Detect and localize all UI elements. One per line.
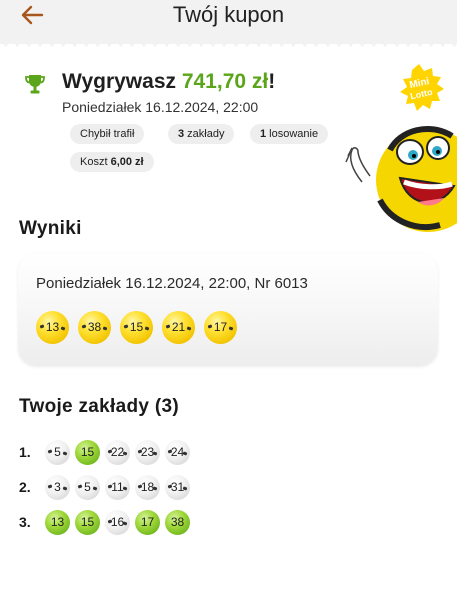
trophy-icon bbox=[25, 75, 45, 94]
chip-draws: 1 losowanie bbox=[250, 124, 329, 144]
lottery-ball: 18 bbox=[135, 475, 160, 500]
ball-mark bbox=[165, 324, 171, 329]
win-prefix: Wygrywasz bbox=[62, 70, 182, 93]
ball-number: 13 bbox=[50, 515, 65, 529]
lottery-ball: 13 bbox=[45, 510, 70, 535]
results-heading: Wyniki bbox=[19, 218, 82, 239]
ball-number: 11 bbox=[111, 480, 124, 494]
ball-number: 16 bbox=[110, 515, 125, 529]
chip-bets-label: zakłady bbox=[184, 128, 225, 140]
chip-cost-value: 6,00 zł bbox=[110, 156, 144, 168]
win-date: Poniedziałek 16.12.2024, 22:00 bbox=[62, 99, 259, 115]
ball-number: 38 bbox=[87, 320, 102, 334]
ball-mark bbox=[47, 484, 53, 489]
ball-number: 15 bbox=[80, 515, 95, 529]
chip-draws-label: losowanie bbox=[266, 128, 319, 140]
win-headline: Wygrywasz 741,70 zł! bbox=[62, 70, 275, 94]
chip-bets: 3 zakłady bbox=[168, 124, 235, 144]
ball-number: 18 bbox=[140, 480, 155, 494]
lottery-ball: 15 bbox=[75, 510, 100, 535]
ball-mark bbox=[62, 486, 68, 491]
ball-mark bbox=[102, 326, 108, 331]
results-card: Poniedziałek 16.12.2024, 22:00, Nr 6013 … bbox=[18, 254, 438, 366]
lottery-ball: 13 bbox=[36, 311, 69, 344]
chip-quick-pick: Chybił trafił bbox=[70, 124, 145, 144]
chip-cost: Koszt 6,00 zł bbox=[70, 152, 154, 172]
lottery-ball: 38 bbox=[165, 510, 190, 535]
page-title: Twój kupon bbox=[172, 2, 285, 27]
ball-number: 24 bbox=[170, 445, 185, 459]
lottery-ball: 38 bbox=[78, 311, 111, 344]
lottery-ball: 21 bbox=[162, 311, 195, 344]
lottery-ball: 16 bbox=[105, 510, 130, 535]
chip-cost-label: Koszt bbox=[80, 156, 111, 168]
lottery-ball: 23 bbox=[135, 440, 160, 465]
ball-number: 5 bbox=[54, 445, 61, 459]
ball-number: 15 bbox=[129, 320, 144, 334]
ball-mark bbox=[60, 326, 66, 331]
lottery-ball: 5 bbox=[75, 475, 100, 500]
ball-number: 21 bbox=[171, 320, 186, 334]
ball-mark bbox=[228, 326, 234, 331]
ball-mark bbox=[77, 484, 83, 489]
lottery-ball: 17 bbox=[204, 311, 237, 344]
bet-row-number: 2. bbox=[19, 479, 31, 495]
ticket-edge bbox=[0, 36, 457, 47]
lottery-ball: 15 bbox=[75, 440, 100, 465]
ball-mark bbox=[207, 324, 213, 329]
mini-lotto-logo: Mini Lotto bbox=[400, 64, 444, 111]
ball-mark bbox=[39, 324, 45, 329]
lottery-ball: 3 bbox=[45, 475, 70, 500]
ball-number: 23 bbox=[140, 445, 155, 459]
bets-heading: Twoje zakłady (3) bbox=[19, 396, 179, 417]
lottery-ball: 17 bbox=[135, 510, 160, 535]
bet-row-number: 1. bbox=[19, 444, 31, 460]
ball-mark bbox=[144, 326, 150, 331]
ball-number: 13 bbox=[45, 320, 60, 334]
lottery-ball: 31 bbox=[165, 475, 190, 500]
mascot-image: Mini Lotto bbox=[345, 64, 457, 232]
ball-number: 31 bbox=[170, 480, 185, 494]
lottery-ball: 11 bbox=[105, 475, 130, 500]
bet-row-number: 3. bbox=[19, 514, 31, 530]
ball-mark bbox=[92, 486, 98, 491]
lottery-ball: 5 bbox=[45, 440, 70, 465]
ball-mark bbox=[81, 324, 87, 329]
draw-info: Poniedziałek 16.12.2024, 22:00, Nr 6013 bbox=[36, 275, 308, 292]
ball-number: 15 bbox=[80, 445, 95, 459]
win-suffix: ! bbox=[268, 70, 276, 93]
lottery-ball: 15 bbox=[120, 311, 153, 344]
ball-number: 3 bbox=[54, 480, 61, 494]
lottery-ball: 24 bbox=[165, 440, 190, 465]
ball-number: 38 bbox=[170, 515, 185, 529]
ball-number: 5 bbox=[84, 480, 91, 494]
ball-mark bbox=[62, 451, 68, 456]
win-amount: 741,70 zł bbox=[181, 70, 269, 93]
ball-mark bbox=[186, 326, 192, 331]
ball-mark bbox=[123, 324, 129, 329]
ball-number: 17 bbox=[140, 515, 155, 529]
chip-quick-pick-label: Chybił trafił bbox=[80, 128, 135, 140]
lottery-ball: 22 bbox=[105, 440, 130, 465]
ball-number: 17 bbox=[213, 320, 228, 334]
ball-number: 22 bbox=[110, 445, 125, 459]
ball-mark bbox=[47, 449, 53, 454]
